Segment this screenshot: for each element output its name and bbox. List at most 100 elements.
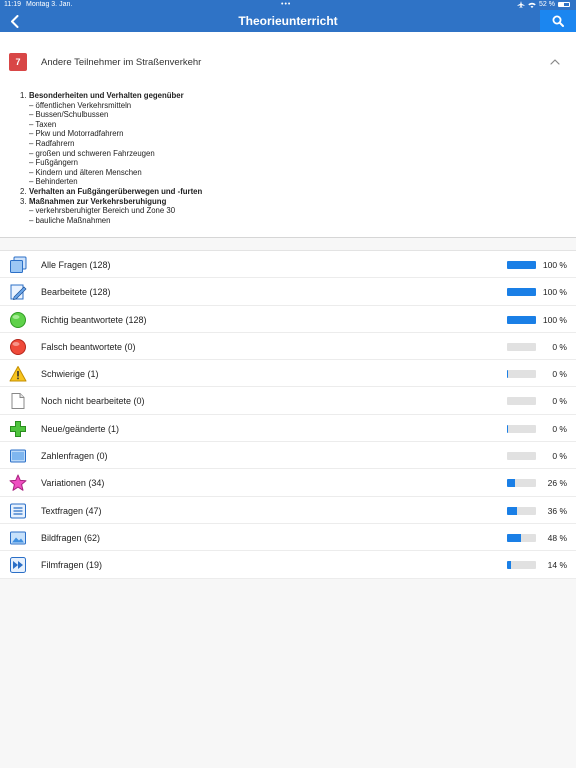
stats-row-percent: 0 % [552, 396, 567, 407]
stats-row[interactable]: Variationen (34) 26 % [0, 469, 576, 497]
progress-bar-fill [507, 315, 536, 324]
topic-number: 2. [20, 186, 27, 196]
progress-bar-fill [507, 479, 515, 488]
stats-row-percent: 14 % [547, 560, 567, 571]
stats-row-percent: 26 % [547, 478, 567, 489]
wifi-icon [528, 2, 536, 8]
airplane-icon [517, 1, 525, 8]
topic-subitem: – Behinderten [29, 177, 78, 187]
progress-bar [507, 342, 536, 351]
picture-icon [10, 531, 26, 545]
stack-icon [10, 256, 27, 273]
topic-number: 3. [20, 196, 27, 206]
stats-row-percent: 100 % [542, 287, 567, 298]
chapter-number-badge: 7 [9, 53, 27, 71]
topic-subitem: – bauliche Maßnahmen [29, 215, 111, 225]
progress-bar [507, 261, 536, 269]
stats-row-label: Alle Fragen (128) [41, 260, 111, 270]
topic-subitem: – großen und schweren Fahrzeugen [29, 148, 155, 158]
stats-row-label: Bearbeitete (128) [41, 287, 111, 298]
topic-subitem: – öffentlichen Verkehrsmitteln [29, 100, 132, 110]
stats-row[interactable]: Bearbeitete (128) 100 % [0, 278, 576, 306]
progress-bar-fill [507, 506, 518, 515]
progress-bar-fill [507, 533, 521, 542]
stats-row[interactable]: Richtig beantwortete (128) 100 % [0, 306, 576, 333]
progress-bar [507, 315, 536, 324]
stats-row[interactable]: Bildfragen (62) 48 % [0, 524, 576, 552]
stats-row-label: Falsch beantwortete (0) [41, 341, 136, 352]
progress-bar [507, 479, 536, 488]
stats-row-percent: 0 % [552, 451, 567, 462]
progress-bar [507, 397, 536, 406]
progress-bar [507, 370, 536, 379]
progress-bar [507, 424, 536, 433]
text-lines-icon [10, 503, 26, 519]
status-time: 11:19 [4, 1, 21, 8]
green-circle-icon [10, 311, 26, 328]
stats-row-percent: 100 % [542, 314, 567, 325]
status-date: Montag 3. Jan. [26, 1, 73, 8]
chapter-topics: 1. Besonderheiten und Verhalten gegenüber… [20, 91, 202, 225]
progress-bar-fill [507, 424, 508, 433]
edit-document-icon [10, 284, 27, 301]
stats-row-label: Schwierige (1) [41, 369, 99, 380]
stats-row[interactable]: Falsch beantwortete (0) 0 % [0, 333, 576, 361]
progress-bar-fill [507, 261, 536, 269]
stats-row-percent: 0 % [552, 369, 567, 380]
progress-bar [507, 533, 536, 542]
topic-subitem: – Taxen [29, 119, 57, 129]
topic-item: 3. Maßnahmen zur Verkehrsberuhigung [20, 197, 202, 207]
stats-row-percent: 0 % [552, 341, 567, 352]
status-bar: 11:19 Montag 3. Jan. ••• 52 % [0, 0, 576, 10]
stats-row-label: Variationen (34) [41, 478, 105, 489]
battery-icon [558, 2, 570, 7]
topic-label: Besonderheiten und Verhalten gegenüber [29, 91, 184, 100]
topic-subitem: – Kindern und älteren Menschen [29, 167, 142, 177]
chapter-title: Andere Teilnehmer im Straßenverkehr [41, 57, 202, 68]
blank-document-icon [11, 393, 25, 410]
chapter-header[interactable]: 7 Andere Teilnehmer im Straßenverkehr [0, 50, 576, 76]
stats-row-label: Bildfragen (62) [41, 532, 101, 543]
progress-bar-fill [507, 288, 536, 297]
stats-row-label: Filmfragen (19) [41, 560, 103, 571]
topic-label: Verhalten an Fußgängerüberwegen und -fur… [29, 186, 203, 196]
pink-star-icon [9, 474, 27, 492]
stats-row[interactable]: Zahlenfragen (0) 0 % [0, 442, 576, 470]
topic-subitem: – Pkw und Motorradfahrern [29, 129, 124, 139]
topic-subitem: – verkehrsberuhigter Bereich und Zone 30 [29, 206, 176, 216]
app-header: 11:19 Montag 3. Jan. ••• 52 % Theorieunt… [0, 0, 576, 32]
progress-bar [507, 561, 536, 570]
stats-row-percent: 100 % [542, 260, 567, 270]
green-plus-icon [10, 420, 26, 437]
stats-row[interactable]: Noch nicht bearbeitete (0) 0 % [0, 387, 576, 415]
stats-row[interactable]: Filmfragen (19) 14 % [0, 551, 576, 579]
topic-label: Maßnahmen zur Verkehrsberuhigung [29, 196, 167, 206]
stats-row[interactable]: Neue/geänderte (1) 0 % [0, 415, 576, 443]
multitask-dots[interactable]: ••• [281, 1, 291, 8]
search-button[interactable] [540, 10, 576, 32]
stats-row-label: Zahlenfragen (0) [41, 451, 108, 462]
nav-bar: Theorieunterricht [0, 10, 576, 32]
progress-bar [507, 288, 536, 297]
stats-row[interactable]: Schwierige (1) 0 % [0, 360, 576, 388]
topic-number: 1. [20, 91, 27, 100]
stats-row-label: Neue/geänderte (1) [41, 423, 120, 434]
progress-bar [507, 452, 536, 461]
progress-bar-fill [507, 561, 512, 570]
page-title: Theorieunterricht [238, 14, 338, 28]
chapter-card: 7 Andere Teilnehmer im Straßenverkehr 1.… [0, 32, 576, 238]
topic-item: 2. Verhalten an Fußgängerüberwegen und -f… [20, 187, 202, 197]
battery-percent: 52 % [539, 1, 555, 8]
topic-subitem: – Radfahrern [29, 138, 75, 148]
stats-row-label: Textfragen (47) [41, 505, 102, 516]
stats-row[interactable]: Alle Fragen (128) 100 % [0, 251, 576, 279]
number-box-icon [10, 449, 26, 463]
stats-row-label: Noch nicht bearbeitete (0) [41, 396, 145, 407]
fast-forward-icon [10, 557, 26, 574]
red-circle-icon [10, 338, 26, 355]
stats-row-percent: 0 % [552, 423, 567, 434]
stats-row[interactable]: Textfragen (47) 36 % [0, 497, 576, 524]
topic-subitem: – Bussen/Schulbussen [29, 110, 109, 120]
chevron-up-icon[interactable] [550, 58, 560, 66]
warning-icon [9, 366, 27, 382]
